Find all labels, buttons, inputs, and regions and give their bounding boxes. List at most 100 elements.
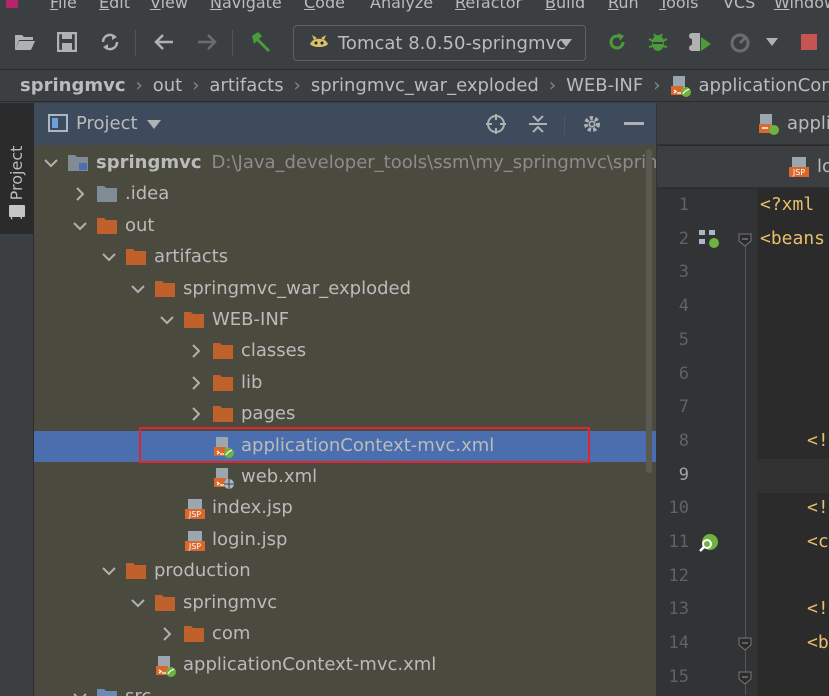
back-arrow-icon[interactable] xyxy=(149,14,179,70)
menu-label: ools xyxy=(666,0,699,12)
line-number: 8 xyxy=(678,430,689,451)
gear-icon[interactable] xyxy=(580,112,604,136)
tree-node-label: web.xml xyxy=(241,466,318,487)
project-tool-window-tab[interactable]: 1: Project xyxy=(0,103,34,234)
breadcrumb-item[interactable]: applicationContext-mvc.xml xyxy=(698,75,829,96)
save-icon[interactable] xyxy=(52,14,82,70)
folder-icon xyxy=(213,373,233,393)
chevron-down-icon[interactable] xyxy=(101,249,117,265)
editor-line[interactable]: 13 <! xyxy=(657,593,829,627)
tree-node[interactable]: com xyxy=(34,619,656,650)
tree-node[interactable]: springmvc xyxy=(34,588,656,619)
fold-marker-icon[interactable] xyxy=(738,670,752,685)
chevron-right-icon[interactable] xyxy=(159,626,175,642)
menu-window[interactable]: Window xyxy=(774,0,829,12)
rerun-icon[interactable] xyxy=(602,14,632,70)
breadcrumb-item[interactable]: out xyxy=(153,75,182,96)
tree-node[interactable]: pages xyxy=(34,399,656,430)
chevron-right-icon[interactable] xyxy=(188,375,204,391)
tree-node[interactable]: web.xml xyxy=(34,462,656,493)
chevron-down-icon[interactable] xyxy=(130,595,146,611)
editor-line[interactable]: 14 <b xyxy=(657,627,829,661)
tree-node-label: src xyxy=(125,686,151,696)
menu-vcs[interactable]: VCS xyxy=(723,0,755,12)
more-run-options-chevron-icon[interactable] xyxy=(757,14,787,70)
menu-edit[interactable]: Edit xyxy=(99,0,130,12)
chevron-down-icon[interactable] xyxy=(130,281,146,297)
menu-code[interactable]: Code xyxy=(304,0,345,12)
chevron-down-icon[interactable] xyxy=(43,155,59,171)
synchronize-icon[interactable] xyxy=(95,14,125,70)
editor-tab-applicationcontext[interactable]: applic xyxy=(787,113,829,134)
tree-node[interactable]: springmvc D:\Java_developer_tools\ssm\my_… xyxy=(34,148,656,179)
tree-node[interactable]: applicationContext-mvc.xml xyxy=(34,426,656,463)
profile-icon[interactable] xyxy=(726,14,756,70)
spring-bean-gutter-icon[interactable] xyxy=(698,229,720,253)
breadcrumb-item[interactable]: springmvc xyxy=(20,75,126,96)
editor-line[interactable]: 2 <beans xyxy=(657,223,829,257)
chevron-right-icon[interactable] xyxy=(72,186,88,202)
editor-line[interactable]: 15 xyxy=(657,661,829,695)
menu-run[interactable]: Run xyxy=(608,0,639,12)
editor-line[interactable]: 12 xyxy=(657,560,829,594)
tree-node[interactable]: springmvc_war_exploded xyxy=(34,274,656,305)
editor-line[interactable]: 9 xyxy=(657,458,829,493)
vertical-scrollbar[interactable] xyxy=(646,149,652,473)
tree-node[interactable]: production xyxy=(34,556,656,587)
editor-line[interactable]: 10 <! xyxy=(657,492,829,526)
chevron-down-icon[interactable] xyxy=(159,312,175,328)
menu-build[interactable]: Build xyxy=(545,0,585,12)
hide-panel-minus-icon[interactable] xyxy=(622,112,646,136)
fold-marker-icon[interactable] xyxy=(738,636,752,651)
editor-line[interactable]: 8 <! xyxy=(657,425,829,459)
spring-component-scan-gutter-icon[interactable] xyxy=(698,532,720,558)
tree-node[interactable]: JSP index.jsp xyxy=(34,493,656,524)
project-view-selector[interactable]: Project xyxy=(76,113,138,134)
fold-marker-icon[interactable] xyxy=(738,232,752,247)
open-folder-icon[interactable] xyxy=(10,14,40,70)
breadcrumb-item[interactable]: WEB-INF xyxy=(566,75,643,96)
menu-navigate[interactable]: Navigate xyxy=(210,0,282,12)
menu-refactor[interactable]: Refactor xyxy=(455,0,522,12)
tree-node[interactable]: .idea xyxy=(34,179,656,210)
forward-arrow-icon[interactable] xyxy=(192,14,222,70)
menu-tools[interactable]: Tools xyxy=(659,0,698,12)
run-configuration-selector[interactable]: Tomcat 8.0.50-springmvc xyxy=(293,25,586,61)
editor-line[interactable]: 3 xyxy=(657,256,829,290)
editor-tab-login-jsp[interactable]: lo xyxy=(817,156,829,177)
tree-node[interactable]: lib xyxy=(34,368,656,399)
editor-line[interactable]: 6 xyxy=(657,358,829,392)
tree-node[interactable]: artifacts xyxy=(34,242,656,273)
editor-line[interactable]: 11 <c xyxy=(657,526,829,560)
editor-line[interactable]: 5 xyxy=(657,324,829,358)
editor-line[interactable]: 1 <?xml xyxy=(657,189,829,223)
editor-line[interactable]: 4 xyxy=(657,290,829,324)
tree-node[interactable]: out xyxy=(34,211,656,242)
navigation-breadcrumb: springmvc › out › artifacts › springmvc_war_ex… xyxy=(0,70,829,102)
stop-icon[interactable] xyxy=(794,14,824,70)
locate-target-icon[interactable] xyxy=(484,112,508,136)
chevron-down-icon[interactable] xyxy=(72,218,88,234)
menu-file[interactable]: File xyxy=(50,0,77,12)
tree-node-text: applicationContext-mvc.xml xyxy=(183,654,436,675)
chevron-down-icon[interactable] xyxy=(72,689,88,696)
menu-view[interactable]: View xyxy=(150,0,188,12)
chevron-down-icon[interactable] xyxy=(101,563,117,579)
tree-node[interactable]: JSP login.jsp xyxy=(34,525,656,556)
breadcrumb-item[interactable]: artifacts xyxy=(209,75,283,96)
collapse-all-icon[interactable] xyxy=(526,112,550,136)
chevron-right-icon[interactable] xyxy=(188,343,204,359)
tree-node[interactable]: applicationContext-mvc.xml xyxy=(34,650,656,681)
chevron-down-icon[interactable] xyxy=(147,120,161,129)
editor-line[interactable]: 7 xyxy=(657,391,829,425)
run-with-coverage-icon[interactable] xyxy=(686,14,716,70)
menu-analyze[interactable]: Analyze xyxy=(370,0,433,12)
tree-node[interactable]: src xyxy=(34,682,656,696)
tree-node[interactable]: WEB-INF xyxy=(34,305,656,336)
breadcrumb-item[interactable]: springmvc_war_exploded xyxy=(311,75,539,96)
debug-bug-icon[interactable] xyxy=(643,14,673,70)
tree-node[interactable]: classes xyxy=(34,336,656,367)
chevron-right-icon[interactable] xyxy=(188,406,204,422)
build-hammer-icon[interactable] xyxy=(246,14,276,70)
tree-node-label: artifacts xyxy=(154,246,229,268)
